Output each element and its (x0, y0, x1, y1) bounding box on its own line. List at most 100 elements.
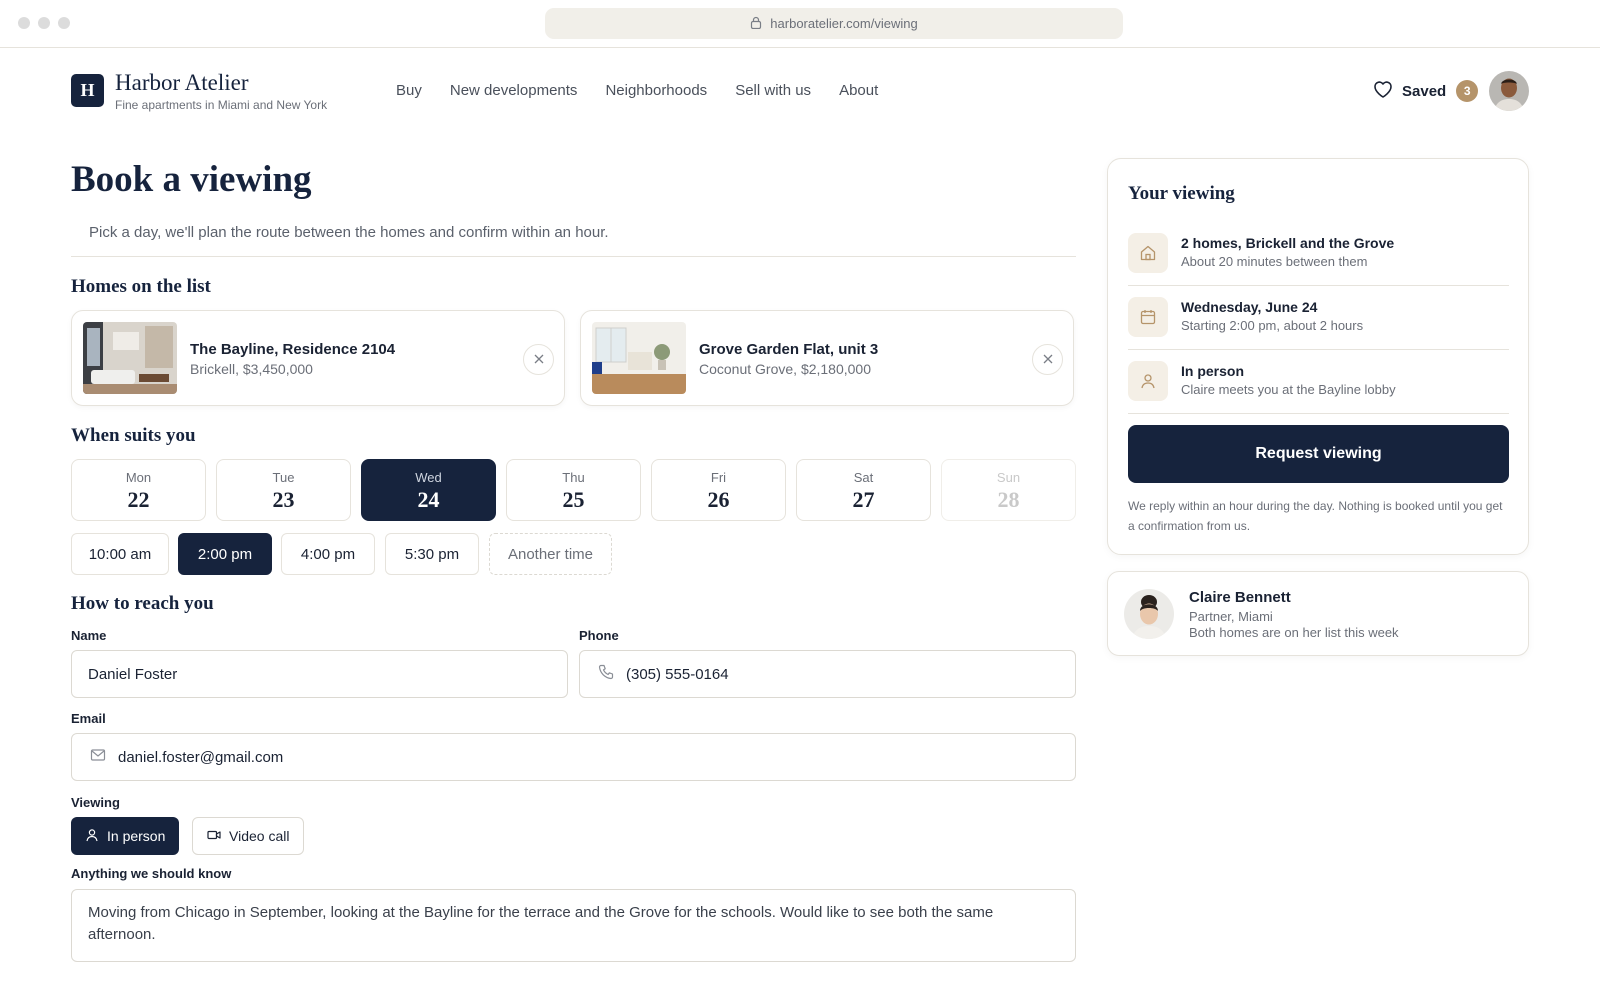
home-photo (592, 322, 686, 394)
address-bar[interactable]: harboratelier.com/viewing (545, 8, 1123, 39)
video-call-label: Video call (229, 828, 290, 844)
in-person-label: In person (107, 828, 166, 844)
summary-main: 2 homes, Brickell and the Grove (1181, 235, 1395, 251)
schedule-heading: When suits you (71, 425, 196, 446)
another-time-button[interactable]: Another time (489, 533, 612, 575)
day-number: 24 (417, 487, 440, 512)
maximize-window-dot[interactable] (58, 17, 70, 29)
home-title: The Bayline, Residence 2104 (190, 341, 396, 358)
brand-tagline: Fine apartments in Miami and New York (115, 98, 328, 112)
time-option-selected[interactable]: 2:00 pm (178, 533, 272, 575)
summary-sub: Claire meets you at the Bayline lobby (1181, 382, 1396, 397)
day-option-sun: Sun 28 (941, 459, 1076, 521)
nav-buy[interactable]: Buy (396, 82, 422, 99)
summary-title: Your viewing (1128, 183, 1235, 204)
home-title: Grove Garden Flat, unit 3 (699, 341, 879, 358)
homes-heading: Homes on the list (71, 276, 211, 297)
notes-textarea[interactable]: Moving from Chicago in September, lookin… (71, 889, 1076, 962)
day-number: 28 (997, 487, 1020, 512)
summary-main: Wednesday, June 24 (1181, 299, 1318, 315)
home-photo (83, 322, 177, 394)
window-controls (18, 17, 70, 29)
saved-button[interactable]: Saved 3 (1372, 79, 1479, 103)
mail-icon (90, 747, 118, 767)
viewing-mode-label: Viewing (71, 795, 120, 810)
day-number: 22 (127, 487, 150, 512)
person-icon (85, 828, 99, 845)
day-option-wed[interactable]: Wed 24 (361, 459, 496, 521)
agent-role: Partner, Miami (1189, 609, 1273, 624)
phone-value: (305) 555-0164 (626, 665, 729, 683)
agent-card: Claire Bennett Partner, Miami Both homes… (1107, 571, 1529, 656)
day-number: 26 (707, 487, 730, 512)
close-icon (1043, 351, 1053, 369)
phone-label: Phone (579, 628, 619, 643)
brand-name: Harbor Atelier (115, 70, 249, 95)
day-name: Tue (272, 470, 295, 485)
home-location-price: Coconut Grove, $2,180,000 (699, 361, 872, 377)
browser-chrome: harboratelier.com/viewing (0, 0, 1600, 48)
in-person-toggle[interactable]: In person (71, 817, 180, 855)
agent-note: Both homes are on her list this week (1189, 625, 1399, 640)
day-name: Sun (996, 470, 1021, 485)
summary-sub: Starting 2:00 pm, about 2 hours (1181, 318, 1364, 333)
notes-label: Anything we should know (71, 866, 232, 881)
close-icon (534, 351, 544, 369)
agent-name: Claire Bennett (1189, 589, 1291, 606)
day-number: 27 (852, 487, 875, 512)
page-subtitle: Pick a day, we'll plan the route between… (89, 224, 609, 241)
nav-sell-with-us[interactable]: Sell with us (735, 82, 811, 99)
name-label: Name (71, 628, 107, 643)
email-field[interactable]: daniel.foster@gmail.com (71, 733, 1076, 781)
home-card[interactable]: The Bayline, Residence 2104 Brickell, $3… (71, 310, 565, 406)
contact-heading: How to reach you (71, 593, 214, 614)
summary-row-date: Wednesday, June 24 Starting 2:00 pm, abo… (1128, 287, 1509, 350)
summary-note: We reply within an hour during the day. … (1128, 499, 1503, 533)
day-option-tue[interactable]: Tue 23 (216, 459, 351, 521)
time-option[interactable]: 10:00 am (71, 533, 169, 575)
nav-new-developments[interactable]: New developments (450, 82, 578, 99)
calendar-icon (1128, 297, 1168, 337)
close-window-dot[interactable] (18, 17, 30, 29)
remove-home-button[interactable] (1032, 344, 1063, 375)
user-avatar[interactable] (1489, 71, 1529, 111)
day-name: Thu (562, 470, 585, 485)
saved-count-badge: 3 (1456, 80, 1479, 102)
day-number: 23 (272, 487, 295, 512)
phone-field[interactable]: (305) 555-0164 (579, 650, 1076, 698)
day-name: Mon (125, 470, 152, 485)
summary-sub: About 20 minutes between them (1181, 254, 1368, 269)
summary-main: In person (1181, 363, 1245, 379)
day-option-mon[interactable]: Mon 22 (71, 459, 206, 521)
summary-row-mode: In person Claire meets you at the Baylin… (1128, 351, 1509, 414)
nav-neighborhoods[interactable]: Neighborhoods (605, 82, 707, 99)
day-option-fri[interactable]: Fri 26 (651, 459, 786, 521)
url-text: harboratelier.com/viewing (770, 16, 918, 31)
name-field[interactable]: Daniel Foster (71, 650, 568, 698)
day-option-thu[interactable]: Thu 25 (506, 459, 641, 521)
logo-mark[interactable]: H (71, 74, 104, 107)
main-nav: Buy New developments Neighborhoods Sell … (396, 82, 878, 99)
email-label: Email (71, 711, 106, 726)
person-icon (1128, 361, 1168, 401)
minimize-window-dot[interactable] (38, 17, 50, 29)
day-name: Wed (415, 470, 442, 485)
day-name: Sat (853, 470, 874, 485)
saved-label: Saved (1402, 82, 1447, 100)
brand[interactable]: Harbor Atelier Fine apartments in Miami … (115, 70, 327, 112)
home-card[interactable]: Grove Garden Flat, unit 3 Coconut Grove,… (580, 310, 1074, 406)
home-icon (1128, 233, 1168, 273)
remove-home-button[interactable] (523, 344, 554, 375)
video-call-toggle[interactable]: Video call (192, 817, 305, 855)
time-option[interactable]: 4:00 pm (281, 533, 375, 575)
divider (71, 256, 1076, 257)
day-number: 25 (562, 487, 585, 512)
email-value: daniel.foster@gmail.com (118, 748, 284, 766)
phone-icon (598, 664, 626, 684)
nav-about[interactable]: About (839, 82, 878, 99)
page-title: Book a viewing (71, 159, 312, 200)
home-location-price: Brickell, $3,450,000 (190, 361, 313, 377)
day-option-sat[interactable]: Sat 27 (796, 459, 931, 521)
request-viewing-button[interactable]: Request viewing (1128, 425, 1509, 483)
time-option[interactable]: 5:30 pm (385, 533, 479, 575)
